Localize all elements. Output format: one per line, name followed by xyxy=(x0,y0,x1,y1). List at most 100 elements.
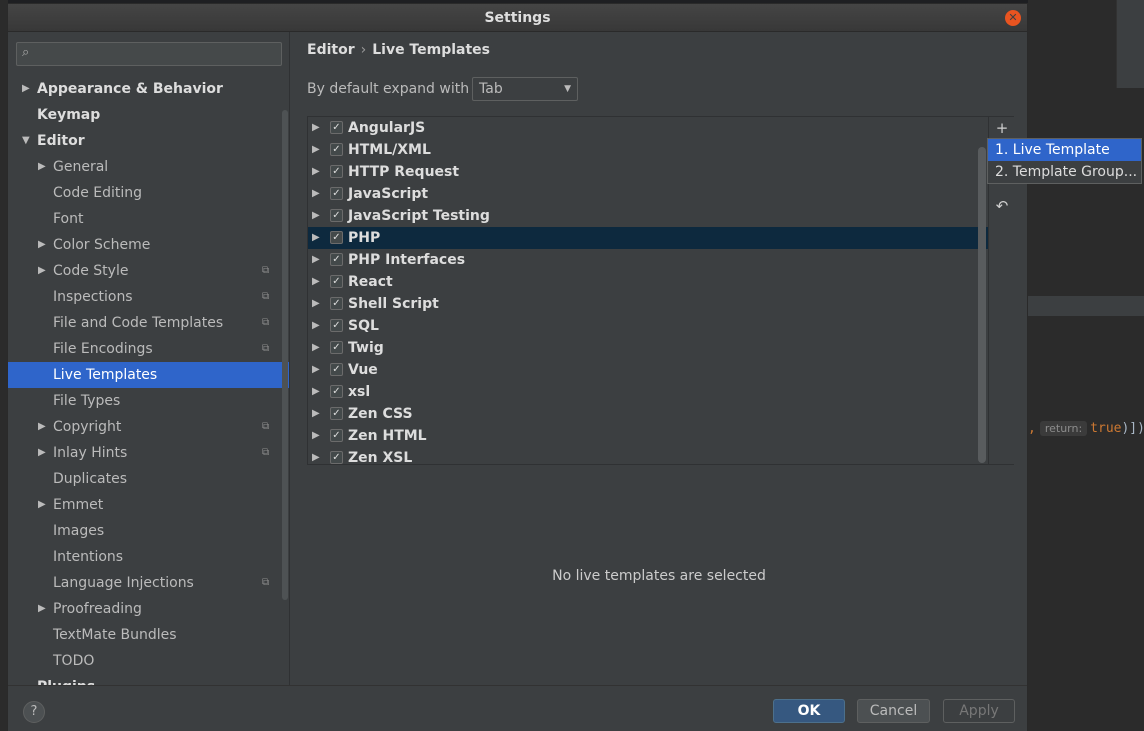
chevron-right-icon[interactable]: ▶ xyxy=(38,258,46,284)
template-group-row[interactable]: ▶ ✓ Zen CSS xyxy=(308,403,988,425)
sidebar-item-code-style[interactable]: ▶ Code Style ⧉ xyxy=(8,258,289,284)
sidebar-item-appearance-behavior[interactable]: ▶ Appearance & Behavior xyxy=(8,76,289,102)
chevron-right-icon[interactable]: ▶ xyxy=(312,183,320,205)
code-comma: , xyxy=(1028,421,1036,436)
sidebar-item-language-injections[interactable]: Language Injections ⧉ xyxy=(8,570,289,596)
templates-scrollbar[interactable] xyxy=(978,147,986,463)
menu-item-template-group[interactable]: 2. Template Group... xyxy=(988,161,1141,183)
template-group-row[interactable]: ▶ ✓ Zen XSL xyxy=(308,447,988,464)
chevron-down-icon[interactable]: ▼ xyxy=(22,128,30,154)
sidebar-item-duplicates[interactable]: Duplicates xyxy=(8,466,289,492)
template-group-row[interactable]: ▶ ✓ SQL xyxy=(308,315,988,337)
chevron-right-icon[interactable]: ▶ xyxy=(312,249,320,271)
sidebar-item-file-and-code-templates[interactable]: File and Code Templates ⧉ xyxy=(8,310,289,336)
group-checkbox[interactable]: ✓ xyxy=(330,187,343,200)
chevron-right-icon[interactable]: ▶ xyxy=(312,337,320,359)
chevron-right-icon[interactable]: ▶ xyxy=(312,117,320,139)
ok-button[interactable]: OK xyxy=(773,699,845,723)
sidebar-item-color-scheme[interactable]: ▶ Color Scheme xyxy=(8,232,289,258)
chevron-right-icon[interactable]: ▶ xyxy=(312,161,320,183)
project-scope-icon: ⧉ xyxy=(262,447,270,458)
chevron-right-icon[interactable]: ▶ xyxy=(38,596,46,622)
chevron-right-icon[interactable]: ▶ xyxy=(312,381,320,403)
chevron-right-icon[interactable]: ▶ xyxy=(312,227,320,249)
template-group-row[interactable]: ▶ ✓ JavaScript xyxy=(308,183,988,205)
group-checkbox[interactable]: ✓ xyxy=(330,253,343,266)
chevron-right-icon[interactable]: ▶ xyxy=(38,440,46,466)
sidebar-item-file-encodings[interactable]: File Encodings ⧉ xyxy=(8,336,289,362)
sidebar-item-inspections[interactable]: Inspections ⧉ xyxy=(8,284,289,310)
chevron-right-icon[interactable]: ▶ xyxy=(312,447,320,464)
chevron-right-icon[interactable]: ▶ xyxy=(312,315,320,337)
menu-item-live-template[interactable]: 1. Live Template xyxy=(988,139,1141,161)
sidebar-item-live-templates[interactable]: Live Templates xyxy=(8,362,289,388)
group-checkbox[interactable]: ✓ xyxy=(330,231,343,244)
template-group-row[interactable]: ▶ ✓ Zen HTML xyxy=(308,425,988,447)
chevron-right-icon[interactable]: ▶ xyxy=(38,232,46,258)
chevron-right-icon[interactable]: ▶ xyxy=(38,492,46,518)
sidebar-item-label: General xyxy=(53,159,109,175)
sidebar-item-keymap[interactable]: Keymap xyxy=(8,102,289,128)
template-group-row[interactable]: ▶ ✓ AngularJS xyxy=(308,117,988,139)
group-checkbox[interactable]: ✓ xyxy=(330,341,343,354)
sidebar-item-general[interactable]: ▶ General xyxy=(8,154,289,180)
group-checkbox[interactable]: ✓ xyxy=(330,297,343,310)
sidebar-item-plugins[interactable]: Plugins xyxy=(8,674,289,685)
group-checkbox[interactable]: ✓ xyxy=(330,121,343,134)
plus-icon[interactable]: + xyxy=(989,119,1015,137)
template-group-row[interactable]: ▶ ✓ Twig xyxy=(308,337,988,359)
group-checkbox[interactable]: ✓ xyxy=(330,143,343,156)
sidebar-item-editor[interactable]: ▼ Editor xyxy=(8,128,289,154)
template-group-row[interactable]: ▶ ✓ JavaScript Testing xyxy=(308,205,988,227)
chevron-right-icon[interactable]: ▶ xyxy=(312,205,320,227)
group-checkbox[interactable]: ✓ xyxy=(330,407,343,420)
breadcrumb-parent: Editor xyxy=(307,42,355,58)
chevron-right-icon[interactable]: ▶ xyxy=(312,139,320,161)
chevron-right-icon[interactable]: ▶ xyxy=(38,154,46,180)
template-group-row[interactable]: ▶ ✓ HTTP Request xyxy=(308,161,988,183)
chevron-right-icon[interactable]: ▶ xyxy=(312,293,320,315)
chevron-right-icon[interactable]: ▶ xyxy=(22,76,30,102)
expand-with-select[interactable]: Tab ▼ xyxy=(472,77,578,101)
sidebar-item-textmate-bundles[interactable]: TextMate Bundles xyxy=(8,622,289,648)
sidebar-item-file-types[interactable]: File Types xyxy=(8,388,289,414)
cancel-button[interactable]: Cancel xyxy=(857,699,930,723)
group-checkbox[interactable]: ✓ xyxy=(330,275,343,288)
close-icon[interactable]: ✕ xyxy=(1005,10,1021,26)
template-group-row[interactable]: ▶ ✓ Vue xyxy=(308,359,988,381)
group-checkbox[interactable]: ✓ xyxy=(330,319,343,332)
chevron-right-icon[interactable]: ▶ xyxy=(312,425,320,447)
template-group-row[interactable]: ▶ ✓ PHP Interfaces xyxy=(308,249,988,271)
sidebar-item-emmet[interactable]: ▶ Emmet xyxy=(8,492,289,518)
chevron-right-icon[interactable]: ▶ xyxy=(312,359,320,381)
sidebar-item-code-editing[interactable]: Code Editing xyxy=(8,180,289,206)
sidebar-item-proofreading[interactable]: ▶ Proofreading xyxy=(8,596,289,622)
search-input[interactable]: ⌕ xyxy=(16,42,282,66)
group-checkbox[interactable]: ✓ xyxy=(330,385,343,398)
group-checkbox[interactable]: ✓ xyxy=(330,165,343,178)
sidebar-item-todo[interactable]: TODO xyxy=(8,648,289,674)
sidebar-item-font[interactable]: Font xyxy=(8,206,289,232)
template-group-row[interactable]: ▶ ✓ PHP xyxy=(308,227,988,249)
sidebar-scrollbar[interactable] xyxy=(282,110,288,600)
group-checkbox[interactable]: ✓ xyxy=(330,209,343,222)
group-checkbox[interactable]: ✓ xyxy=(330,363,343,376)
template-group-row[interactable]: ▶ ✓ xsl xyxy=(308,381,988,403)
template-group-row[interactable]: ▶ ✓ React xyxy=(308,271,988,293)
sidebar-item-copyright[interactable]: ▶ Copyright ⧉ xyxy=(8,414,289,440)
apply-button[interactable]: Apply xyxy=(943,699,1015,723)
group-checkbox[interactable]: ✓ xyxy=(330,429,343,442)
template-group-row[interactable]: ▶ ✓ HTML/XML xyxy=(308,139,988,161)
template-group-row[interactable]: ▶ ✓ Shell Script xyxy=(308,293,988,315)
chevron-right-icon[interactable]: ▶ xyxy=(38,414,46,440)
help-icon[interactable]: ? xyxy=(23,701,45,723)
undo-icon[interactable]: ↶ xyxy=(989,197,1015,215)
chevron-right-icon[interactable]: ▶ xyxy=(312,271,320,293)
sidebar-item-label: TODO xyxy=(53,653,95,669)
sidebar-item-inlay-hints[interactable]: ▶ Inlay Hints ⧉ xyxy=(8,440,289,466)
group-checkbox[interactable]: ✓ xyxy=(330,451,343,464)
dialog-footer: ? OK Cancel Apply xyxy=(8,685,1027,731)
chevron-right-icon[interactable]: ▶ xyxy=(312,403,320,425)
sidebar-item-images[interactable]: Images xyxy=(8,518,289,544)
sidebar-item-intentions[interactable]: Intentions xyxy=(8,544,289,570)
